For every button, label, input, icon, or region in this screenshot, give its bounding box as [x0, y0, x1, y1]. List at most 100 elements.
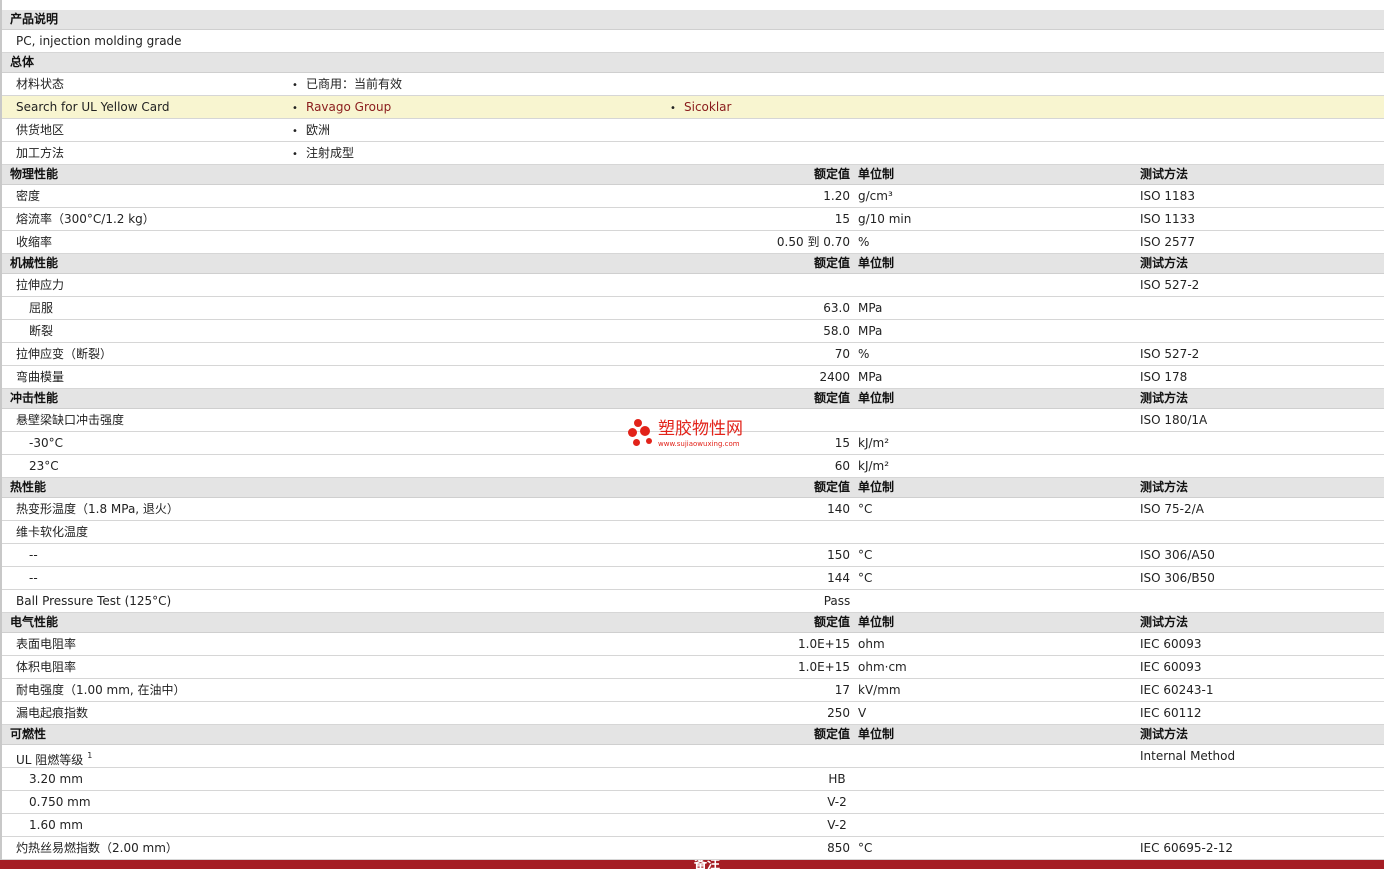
- table-row: -- 150 °C ISO 306/A50: [2, 544, 1384, 567]
- row-value: V-2: [827, 795, 847, 809]
- table-row: 0.750 mm V-2: [2, 791, 1384, 814]
- row-method: IEC 60112: [1140, 706, 1202, 720]
- table-row: 弯曲模量 2400 MPa ISO 178: [2, 366, 1384, 389]
- ravago-group-link[interactable]: Ravago Group: [306, 100, 391, 114]
- sicoklar-link[interactable]: Sicoklar: [684, 100, 731, 114]
- row-unit: kJ/m²: [858, 436, 890, 450]
- section-title: 产品说明: [10, 12, 59, 26]
- row-value: 1.0E+15: [798, 660, 850, 674]
- table-row: 体积电阻率 1.0E+15 ohm·cm IEC 60093: [2, 656, 1384, 679]
- logo-dot-icon: [628, 428, 637, 437]
- row-method: ISO 1133: [1140, 212, 1195, 226]
- row-value: 140: [827, 502, 850, 516]
- row-method: IEC 60243-1: [1140, 683, 1214, 697]
- table-row: 1.60 mm V-2: [2, 814, 1384, 837]
- row-label: 拉伸应变（断裂）: [16, 347, 113, 361]
- row-unit: °C: [858, 548, 873, 562]
- column-header-method: 测试方法: [1140, 167, 1189, 181]
- row-method: ISO 306/B50: [1140, 571, 1215, 585]
- row-method: ISO 527-2: [1140, 278, 1200, 292]
- row-label: 密度: [16, 189, 41, 203]
- row-method: IEC 60093: [1140, 637, 1202, 651]
- watermark-text: 塑胶物性网: [658, 419, 743, 439]
- section-title: 机械性能: [10, 256, 59, 270]
- row-method: IEC 60695-2-12: [1140, 841, 1234, 855]
- table-row: 维卡软化温度: [2, 521, 1384, 544]
- bullet-icon: •: [670, 103, 676, 114]
- table-row: 熔流率（300°C/1.2 kg） 15 g/10 min ISO 1133: [2, 208, 1384, 231]
- row-unit: MPa: [858, 324, 883, 338]
- table-row-ul-yellow-card: Search for UL Yellow Card • Ravago Group …: [2, 96, 1384, 119]
- row-method: ISO 527-2: [1140, 347, 1200, 361]
- row-unit: %: [858, 235, 870, 249]
- row-unit: ohm: [858, 637, 885, 651]
- section-title: 热性能: [10, 480, 47, 494]
- table-row: 耐电强度（1.00 mm, 在油中） 17 kV/mm IEC 60243-1: [2, 679, 1384, 702]
- bullet-icon: •: [292, 149, 298, 160]
- footnote-marker[interactable]: 1: [87, 751, 92, 760]
- row-label: 材料状态: [16, 77, 65, 91]
- row-unit: kJ/m²: [858, 459, 890, 473]
- product-description-text: PC, injection molding grade: [16, 34, 182, 48]
- row-unit: ohm·cm: [858, 660, 907, 674]
- section-header-electrical: 电气性能 额定值 单位制 测试方法: [2, 613, 1384, 633]
- row-method: ISO 75-2/A: [1140, 502, 1204, 516]
- logo-dot-icon: [634, 419, 642, 427]
- bullet-item: • Sicoklar: [670, 96, 731, 120]
- row-unit: °C: [858, 502, 873, 516]
- bullet-item: • 欧洲: [292, 119, 330, 143]
- section-title: 冲击性能: [10, 391, 59, 405]
- table-row: 密度 1.20 g/cm³ ISO 1183: [2, 185, 1384, 208]
- section-title: 物理性能: [10, 167, 59, 181]
- column-header-unit: 单位制: [858, 727, 895, 741]
- row-label: 漏电起痕指数: [16, 706, 89, 720]
- row-unit: g/cm³: [858, 189, 893, 203]
- section-title: 电气性能: [10, 615, 59, 629]
- watermark-url: www.sujiaowuxing.com: [658, 440, 740, 448]
- row-method: ISO 178: [1140, 370, 1188, 384]
- row-method: IEC 60093: [1140, 660, 1202, 674]
- column-header-unit: 单位制: [858, 615, 895, 629]
- row-unit: V: [858, 706, 867, 720]
- row-label: 1.60 mm: [29, 818, 83, 832]
- logo-dot-icon: [646, 438, 652, 444]
- row-method: ISO 1183: [1140, 189, 1195, 203]
- row-label: 表面电阻率: [16, 637, 77, 651]
- column-header-method: 测试方法: [1140, 727, 1189, 741]
- table-row: UL 阻燃等级 1 Internal Method: [2, 745, 1384, 768]
- processing-value: 注射成型: [306, 146, 355, 160]
- row-method: Internal Method: [1140, 749, 1236, 763]
- row-value: 0.50 到 0.70: [776, 235, 850, 249]
- row-label: 供货地区: [16, 123, 65, 137]
- table-row: 表面电阻率 1.0E+15 ohm IEC 60093: [2, 633, 1384, 656]
- table-row: 灼热丝易燃指数（2.00 mm） 850 °C IEC 60695-2-12: [2, 837, 1384, 860]
- row-value: 144: [827, 571, 850, 585]
- bullet-item: • Ravago Group: [292, 96, 391, 120]
- row-label: 灼热丝易燃指数（2.00 mm）: [16, 841, 178, 855]
- row-unit: MPa: [858, 301, 883, 315]
- watermark-logo: 塑胶物性网 www.sujiaowuxing.com: [628, 416, 768, 452]
- row-label: --: [29, 548, 38, 562]
- section-header-physical: 物理性能 额定值 单位制 测试方法: [2, 165, 1384, 185]
- table-row: PC, injection molding grade: [2, 30, 1384, 53]
- row-unit: %: [858, 347, 870, 361]
- row-value: V-2: [827, 818, 847, 832]
- row-value: 17: [834, 683, 850, 697]
- section-title: 可燃性: [10, 727, 47, 741]
- row-method: ISO 306/A50: [1140, 548, 1215, 562]
- table-row: 加工方法 • 注射成型: [2, 142, 1384, 165]
- column-header-unit: 单位制: [858, 480, 895, 494]
- row-value: 63.0: [823, 301, 850, 315]
- row-label: 悬壁梁缺口冲击强度: [16, 413, 125, 427]
- row-value: 15: [834, 212, 850, 226]
- column-header-unit: 单位制: [858, 391, 895, 405]
- column-header-nominal: 额定值: [813, 727, 850, 741]
- column-header-nominal: 额定值: [813, 167, 850, 181]
- column-header-method: 测试方法: [1140, 615, 1189, 629]
- row-label: 断裂: [29, 324, 54, 338]
- column-header-method: 测试方法: [1140, 256, 1189, 270]
- table-row: 热变形温度（1.8 MPa, 退火） 140 °C ISO 75-2/A: [2, 498, 1384, 521]
- table-row: 23°C 60 kJ/m²: [2, 455, 1384, 478]
- material-status-value: 已商用：当前有效: [306, 77, 403, 91]
- column-header-unit: 单位制: [858, 167, 895, 181]
